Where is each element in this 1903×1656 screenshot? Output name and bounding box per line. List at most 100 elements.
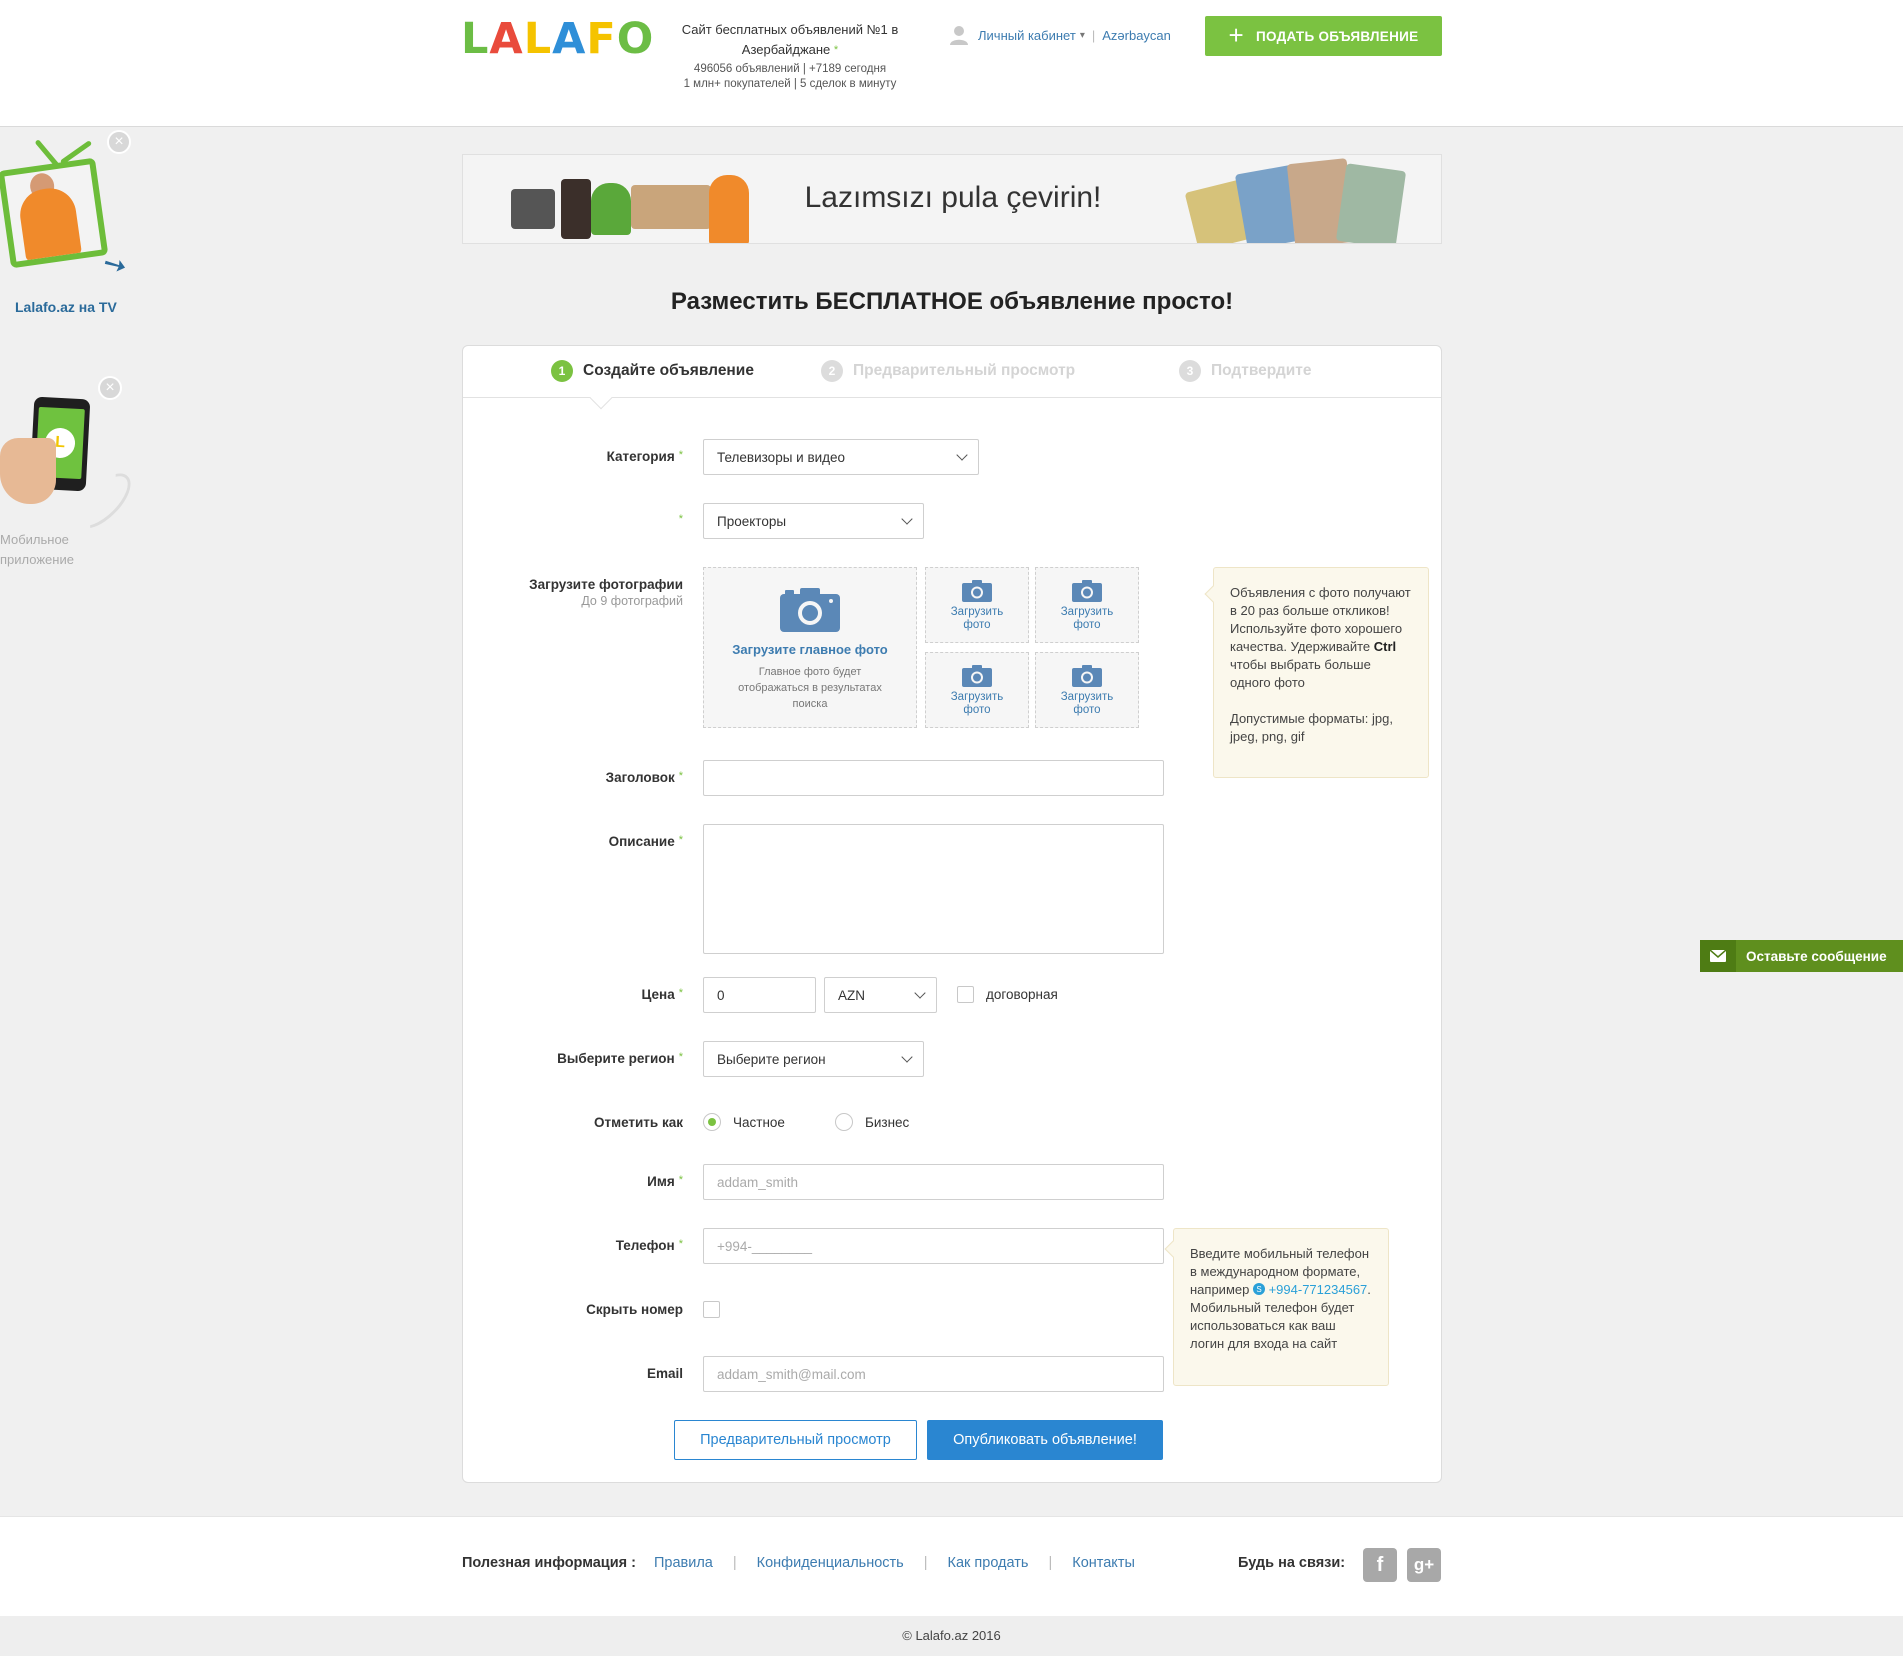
svg-text:S: S <box>1256 1285 1261 1294</box>
upload-photo-label-line: фото <box>1073 704 1101 716</box>
photo-formats-text: Допустимые форматы: jpg, jpeg, png, gif <box>1230 711 1393 744</box>
name-input[interactable]: addam_smith <box>703 1164 1164 1200</box>
upload-photo-label: Загрузить фото <box>1036 606 1138 632</box>
steps-bar: 1 Создайте объявление 2 Предварительный … <box>463 346 1441 410</box>
divider: | <box>1048 1555 1053 1571</box>
hint-pointer <box>1164 1240 1182 1258</box>
plus-icon: + <box>1228 19 1244 50</box>
feedback-label: Оставьте сообщение <box>1746 948 1887 964</box>
hide-number-checkbox[interactable] <box>703 1301 720 1318</box>
publish-button[interactable]: Опубликовать объявление! <box>927 1420 1163 1460</box>
upload-main-photo[interactable]: Загрузите главное фото Главное фото буде… <box>703 567 917 728</box>
upload-photo-slot[interactable]: Загрузить фото <box>1035 567 1139 643</box>
upload-photo-slot[interactable]: Загрузить фото <box>925 652 1029 728</box>
promo-banner[interactable]: Lazımsızı pula çevirin! <box>462 154 1442 244</box>
photos-sublabel: До 9 фотографий <box>581 594 683 608</box>
ad-form-card: 1 Создайте объявление 2 Предварительный … <box>462 345 1442 1483</box>
step-label: Создайте объявление <box>583 362 754 379</box>
language-link[interactable]: Azərbaycan <box>1102 28 1171 43</box>
post-ad-button[interactable]: + ПОДАТЬ ОБЪЯВЛЕНИЕ <box>1205 16 1442 56</box>
tv-icon <box>0 157 109 269</box>
title-input[interactable] <box>703 760 1164 796</box>
business-radio[interactable] <box>835 1113 853 1131</box>
tv-promo[interactable]: ➚ × Lalafo.az на TV <box>0 130 135 325</box>
camera-icon <box>962 580 992 602</box>
app-promo[interactable]: × L Мобильное приложение <box>0 376 140 576</box>
account-link[interactable]: Личный кабинет <box>978 28 1076 43</box>
phone-input[interactable]: +994-________ <box>703 1228 1164 1264</box>
site-footer: Полезная информация : Правила | Конфиден… <box>0 1516 1903 1616</box>
private-radio[interactable] <box>703 1113 721 1131</box>
negotiable-label[interactable]: договорная <box>986 987 1058 1002</box>
description-textarea[interactable] <box>703 824 1164 954</box>
site-tagline: Сайт бесплатных объявлений №1 в Азербайд… <box>665 20 915 60</box>
close-icon[interactable]: × <box>98 376 122 400</box>
feedback-button[interactable]: Оставьте сообщение <box>1700 940 1903 972</box>
step-create: 1 Создайте объявление <box>551 360 754 382</box>
mark-as-label: Отметить как <box>593 1115 683 1130</box>
upload-photo-slot[interactable]: Загрузить фото <box>925 567 1029 643</box>
name-label: Имя * <box>463 1174 683 1189</box>
upload-photo-slot[interactable]: Загрузить фото <box>1035 652 1139 728</box>
ctrl-key-label: Ctrl <box>1373 639 1397 654</box>
preview-button[interactable]: Предварительный просмотр <box>674 1420 917 1460</box>
price-input[interactable]: 0 <box>703 977 816 1013</box>
subcategory-select[interactable]: Проекторы <box>703 503 924 539</box>
business-label[interactable]: Бизнес <box>865 1115 909 1130</box>
google-plus-icon[interactable]: g+ <box>1407 1548 1441 1582</box>
divider: | <box>732 1555 737 1571</box>
active-step-pointer <box>589 386 613 410</box>
camera-icon <box>962 665 992 687</box>
close-icon[interactable]: × <box>107 130 131 154</box>
skype-icon: S <box>1252 1283 1265 1295</box>
upload-photo-label-line: фото <box>963 704 991 716</box>
hand-image <box>0 438 56 504</box>
social-label: Будь на связи: <box>1238 1555 1346 1571</box>
upload-photo-label-line: Загрузить <box>1060 606 1114 618</box>
required-mark: * <box>678 1174 683 1186</box>
region-select[interactable]: Выберите регион <box>703 1041 924 1077</box>
photos-label-text: Загрузите фотографии <box>529 577 683 592</box>
upload-photo-label-line: Загрузить <box>950 691 1004 703</box>
banknotes-image <box>1181 155 1421 243</box>
photo-hint-part: чтобы выбрать больше одного фото <box>1230 657 1371 690</box>
subcategory-label: * <box>463 513 683 528</box>
user-icon <box>950 26 968 45</box>
chevron-down-icon[interactable]: ▾ <box>1080 30 1085 41</box>
footer-link-contacts[interactable]: Контакты <box>1072 1555 1135 1571</box>
main-photo-desc: Главное фото будет отображаться в резуль… <box>738 666 882 710</box>
tagline-star: * <box>833 44 839 56</box>
footer-link-how-to-sell[interactable]: Как продать <box>948 1555 1029 1571</box>
footer-link-privacy[interactable]: Конфиденциальность <box>757 1555 904 1571</box>
subcategory-select-value: Проекторы <box>717 513 787 529</box>
phone-example-link[interactable]: +994-771234567 <box>1269 1282 1368 1297</box>
logo-letter: L <box>523 14 553 64</box>
camera-icon <box>780 588 840 632</box>
step-number: 1 <box>551 360 573 382</box>
footer-link-rules[interactable]: Правила <box>654 1555 713 1571</box>
required-mark: * <box>678 987 683 999</box>
presenter-body <box>16 185 83 263</box>
user-menu: Личный кабинет ▾ | Azərbaycan <box>948 24 1171 46</box>
photo-hint: Объявления с фото получают в 20 раз боль… <box>1204 567 1429 778</box>
lalafo-logo[interactable]: LALAFO <box>461 18 654 61</box>
description-label-text: Описание <box>608 834 675 849</box>
upload-photo-label-line: Загрузить <box>950 606 1004 618</box>
envelope-icon <box>1700 940 1736 972</box>
currency-select[interactable]: AZN <box>824 977 937 1013</box>
camera-icon <box>1072 665 1102 687</box>
upload-photo-label-line: фото <box>1073 619 1101 631</box>
post-ad-label: ПОДАТЬ ОБЪЯВЛЕНИЕ <box>1255 28 1419 44</box>
photos-label: Загрузите фотографии До 9 фотографий <box>463 577 683 608</box>
currency-select-value: AZN <box>838 987 865 1003</box>
upload-photo-label: Загрузить фото <box>926 691 1028 717</box>
facebook-icon[interactable]: f <box>1363 1548 1397 1582</box>
copyright: © Lalafo.az 2016 <box>0 1616 1903 1656</box>
category-select[interactable]: Телевизоры и видео <box>703 439 979 475</box>
required-mark: * <box>678 1051 683 1063</box>
name-label-text: Имя <box>647 1174 675 1189</box>
negotiable-checkbox[interactable] <box>957 986 974 1003</box>
private-label[interactable]: Частное <box>733 1115 785 1130</box>
phone-label: Телефон * <box>463 1238 683 1253</box>
email-input[interactable]: addam_smith@mail.com <box>703 1356 1164 1392</box>
